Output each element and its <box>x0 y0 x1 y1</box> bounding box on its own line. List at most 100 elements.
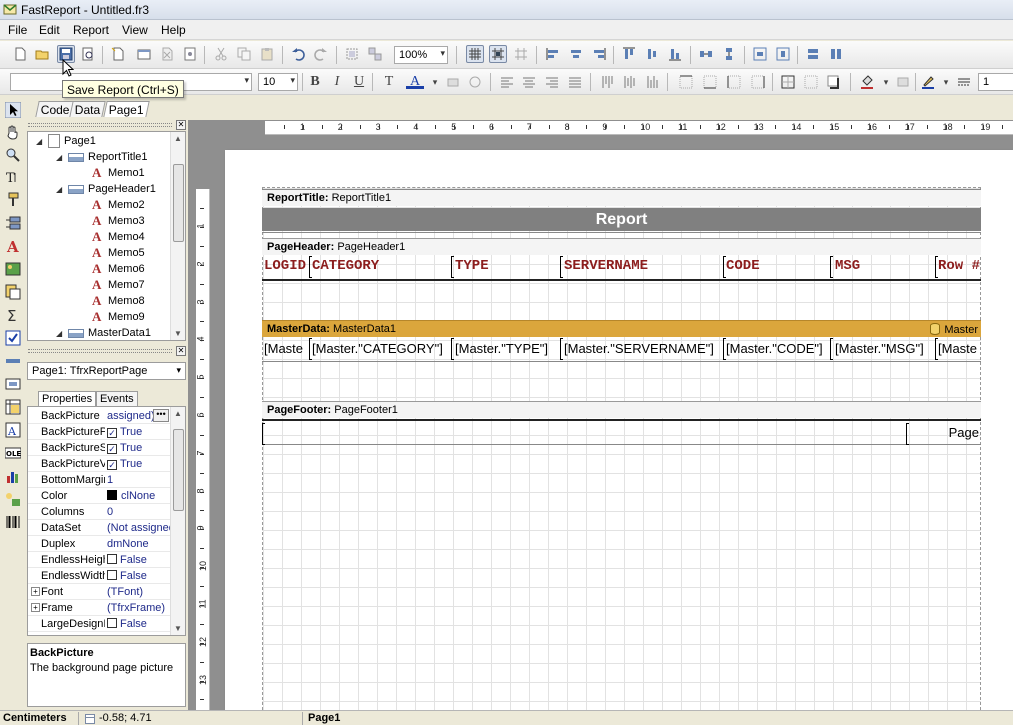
object-selector[interactable]: Page1: TfrxReportPage ▾ <box>27 362 186 380</box>
frame-top-button[interactable] <box>677 73 695 91</box>
master-data-band[interactable]: [Maste [Master."CATEGORY"] [Master."TYPE… <box>262 338 981 362</box>
expand-icon[interactable]: + <box>31 587 40 596</box>
tree-scrollbar[interactable]: ▲ ▼ <box>170 132 185 340</box>
new-dialog-button[interactable] <box>135 45 153 63</box>
tree-item[interactable]: ◢ Page1 <box>36 133 96 149</box>
property-scrollbar[interactable]: ▲ ▼ <box>170 407 185 635</box>
close-inspector-button[interactable]: ✕ <box>176 346 186 356</box>
rich-text-tool-icon[interactable]: A <box>5 422 21 438</box>
same-width-button[interactable] <box>804 45 822 63</box>
page-header-band[interactable]: LOGID CATEGORY TYPE SERVERNAME CODE MSG … <box>262 256 981 281</box>
copy-button[interactable] <box>235 45 253 63</box>
preview-button[interactable] <box>79 45 97 63</box>
font-color-dropdown[interactable]: ▾ <box>426 73 444 91</box>
master-memo-row-number[interactable]: [Maste <box>936 338 981 360</box>
report-title-band[interactable]: Report <box>262 206 981 233</box>
memo-tool-icon[interactable]: A <box>5 238 21 254</box>
expand-icon[interactable]: + <box>31 603 40 612</box>
barcode-tool-icon[interactable] <box>5 514 21 530</box>
header-memo-logid[interactable]: LOGID <box>262 256 309 278</box>
frame-style-button[interactable] <box>955 73 973 91</box>
group-button[interactable] <box>343 45 361 63</box>
checkbox-tool-icon[interactable] <box>5 330 21 346</box>
tab-properties[interactable]: Properties <box>38 391 97 406</box>
band-tool-icon[interactable] <box>5 215 21 231</box>
bold-button[interactable]: B <box>306 73 324 91</box>
fit-to-grid-button[interactable] <box>512 45 530 63</box>
header-memo-type[interactable]: TYPE <box>453 256 559 278</box>
tree-item[interactable]: A Memo4 <box>92 229 145 245</box>
align-to-grid-button[interactable] <box>489 45 507 63</box>
tree-item[interactable]: ◢ ReportTitle1 <box>56 149 148 165</box>
property-row[interactable]: Duplex dmNone <box>28 536 170 552</box>
italic-button[interactable]: I <box>328 73 346 91</box>
tree-item[interactable]: A Memo7 <box>92 277 145 293</box>
header-memo-category[interactable]: CATEGORY <box>310 256 450 278</box>
ellipsis-button[interactable]: ••• <box>153 409 169 422</box>
close-tree-button[interactable]: ✕ <box>176 120 186 130</box>
master-memo-logid[interactable]: [Maste <box>262 338 309 360</box>
tree-item[interactable]: ◢ MasterData1 <box>56 325 151 341</box>
checkbox-checked[interactable]: ✓ <box>107 428 117 438</box>
property-row[interactable]: + Font (TFont) <box>28 584 170 600</box>
checkbox-checked[interactable]: ✓ <box>107 444 117 454</box>
checkbox-checked[interactable]: ✓ <box>107 460 117 470</box>
property-row[interactable]: BottomMargin 1 <box>28 472 170 488</box>
subreport-tool-icon[interactable] <box>5 284 21 300</box>
frame-color-button[interactable] <box>919 73 937 91</box>
checkbox-unchecked[interactable] <box>107 554 117 564</box>
master-memo-type[interactable]: [Master."TYPE"] <box>453 338 559 360</box>
text-justify-button[interactable] <box>566 73 584 91</box>
format-painter-icon[interactable] <box>5 192 21 208</box>
align-bottom-button[interactable] <box>666 45 684 63</box>
footer-page-memo[interactable]: Page <box>946 422 981 444</box>
text-align-right-button[interactable] <box>543 73 561 91</box>
checkbox-unchecked[interactable] <box>107 618 117 628</box>
report-title-band-header[interactable]: ReportTitle: ReportTitle1 <box>262 189 981 206</box>
fill-color-dropdown[interactable]: ▾ <box>877 73 895 91</box>
frame-all-button[interactable] <box>779 73 797 91</box>
master-memo-servername[interactable]: [Master."SERVERNAME"] <box>562 338 722 360</box>
rotation-button[interactable] <box>466 73 484 91</box>
cut-button[interactable] <box>212 45 230 63</box>
checkbox-unchecked[interactable] <box>107 570 117 580</box>
property-row[interactable]: EndlessWidth False <box>28 568 170 584</box>
align-top-button[interactable] <box>620 45 638 63</box>
frame-bottom-button[interactable] <box>701 73 719 91</box>
font-settings-button[interactable]: T <box>380 73 398 91</box>
property-row[interactable]: DataSet (Not assigned) <box>28 520 170 536</box>
frame-right-button[interactable] <box>749 73 767 91</box>
fill-editor-button[interactable] <box>894 73 912 91</box>
underline-button[interactable]: U <box>350 73 368 91</box>
ungroup-button[interactable] <box>366 45 384 63</box>
menu-help[interactable]: Help <box>161 23 186 37</box>
tree-item[interactable]: A Memo3 <box>92 213 145 229</box>
space-horizontally-button[interactable] <box>697 45 715 63</box>
align-left-button[interactable] <box>544 45 562 63</box>
property-row[interactable]: LargeDesignI False <box>28 616 170 632</box>
frame-left-button[interactable] <box>725 73 743 91</box>
master-memo-msg[interactable]: [Master."MSG"] <box>833 338 933 360</box>
center-vertically-button[interactable] <box>774 45 792 63</box>
zoom-tool-icon[interactable] <box>5 147 21 163</box>
valign-bottom-button[interactable] <box>643 73 661 91</box>
valign-top-button[interactable] <box>598 73 616 91</box>
tab-events[interactable]: Events <box>96 391 138 406</box>
fill-color-button[interactable] <box>858 73 876 91</box>
tab-page1[interactable]: Page1 <box>103 101 150 117</box>
open-report-button[interactable] <box>33 45 51 63</box>
align-right-button[interactable] <box>590 45 608 63</box>
align-middle-button[interactable] <box>643 45 661 63</box>
page-settings-button[interactable] <box>181 45 199 63</box>
scroll-thumb[interactable] <box>173 429 184 511</box>
select-tool-icon[interactable] <box>5 102 21 118</box>
property-row[interactable]: Color clNone <box>28 488 170 504</box>
text-align-left-button[interactable] <box>498 73 516 91</box>
property-row[interactable]: + Frame (TfrxFrame) <box>28 600 170 616</box>
font-color-button[interactable]: A <box>406 73 424 89</box>
master-memo-code[interactable]: [Master."CODE"] <box>724 338 828 360</box>
text-tool-icon[interactable]: T <box>5 169 21 185</box>
frame-none-button[interactable] <box>802 73 820 91</box>
shape-tool-icon[interactable] <box>5 376 21 392</box>
tree-item[interactable]: A Memo9 <box>92 309 145 325</box>
